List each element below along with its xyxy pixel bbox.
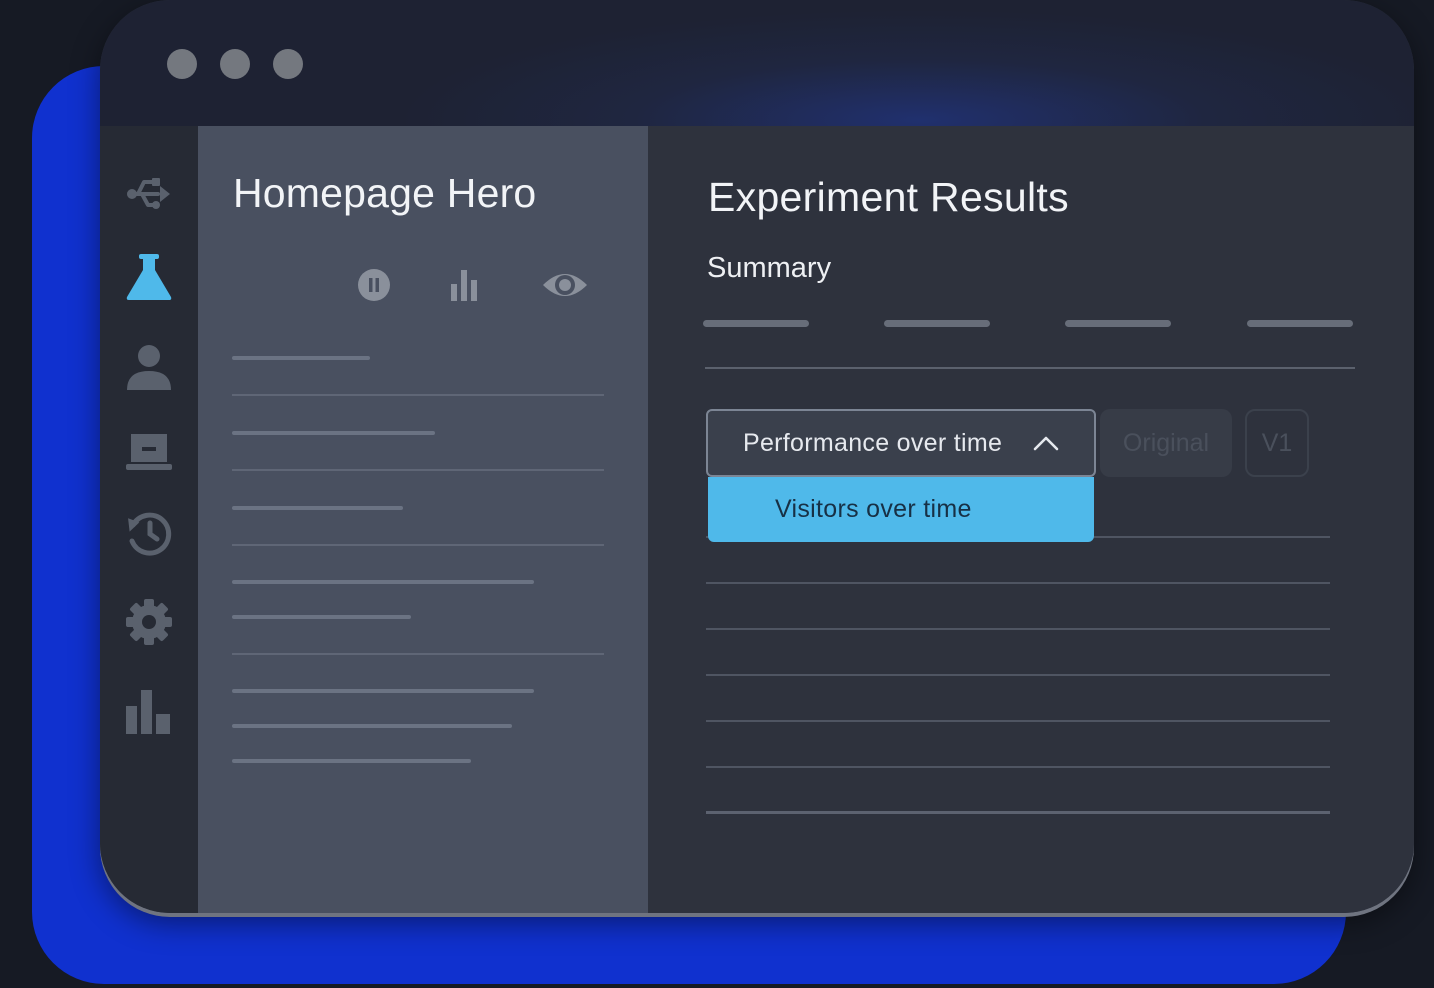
divider [232,544,604,546]
rail-item-reports[interactable] [124,686,174,736]
table-row [706,720,1330,722]
placeholder-line [232,759,471,763]
summary-stat-placeholder [1247,320,1353,327]
table-row [706,582,1330,584]
rail-item-devices[interactable] [124,426,174,476]
divider [232,469,604,471]
summary-stat-placeholder [1065,320,1171,327]
placeholder-line [232,615,411,619]
experiment-name: Homepage Hero [233,170,537,216]
placeholder-line [232,689,534,693]
placeholder-line [232,506,403,510]
divider [232,653,604,655]
icon-rail [100,126,198,913]
preview-button[interactable] [542,262,588,308]
summary-stat-placeholder [703,320,809,327]
pause-icon [358,269,390,301]
table-row [706,811,1330,814]
summary-stat-placeholder [884,320,990,327]
table-row [706,628,1330,630]
metric-option-visitors[interactable]: Visitors over time [708,477,1094,542]
app-window: Homepage Hero Experiment Results Summary… [100,0,1414,913]
stats-icon [451,270,477,301]
laptop-icon [126,434,172,470]
tab-original[interactable]: Original [1100,409,1232,477]
experiment-panel: Homepage Hero [198,126,680,913]
placeholder-line [232,724,512,728]
rail-item-audience[interactable] [124,342,174,392]
window-close-button[interactable] [167,49,197,79]
table-row [706,674,1330,676]
user-icon [127,345,171,390]
section-title: Summary [707,252,832,284]
usb-icon [127,178,170,209]
eye-icon [543,274,587,296]
table-row [706,766,1330,768]
divider [232,394,604,396]
flask-icon [126,254,172,300]
placeholder-line [232,580,534,584]
pause-button[interactable] [351,262,397,308]
history-icon [128,512,172,556]
stage: Homepage Hero Experiment Results Summary… [0,0,1434,988]
results-area: Experiment Results Summary Performance o… [648,126,1414,913]
rail-item-integrations[interactable] [124,169,174,219]
placeholder-line [232,356,370,360]
bar-chart-icon [126,690,170,734]
page-title: Experiment Results [708,174,1069,220]
chevron-up-icon [1033,436,1059,451]
stats-button[interactable] [443,262,489,308]
title-bar [100,0,1414,126]
window-minimize-button[interactable] [220,49,250,79]
summary-divider [705,367,1355,369]
metric-select[interactable]: Performance over time [706,409,1096,477]
rail-item-history[interactable] [124,508,174,558]
rail-item-experiments[interactable] [124,252,174,302]
placeholder-line [232,431,435,435]
tab-v1[interactable]: V1 [1245,409,1309,477]
rail-item-settings[interactable] [124,597,174,647]
window-maximize-button[interactable] [273,49,303,79]
metric-select-value: Performance over time [743,428,1003,457]
gear-icon [126,599,172,645]
